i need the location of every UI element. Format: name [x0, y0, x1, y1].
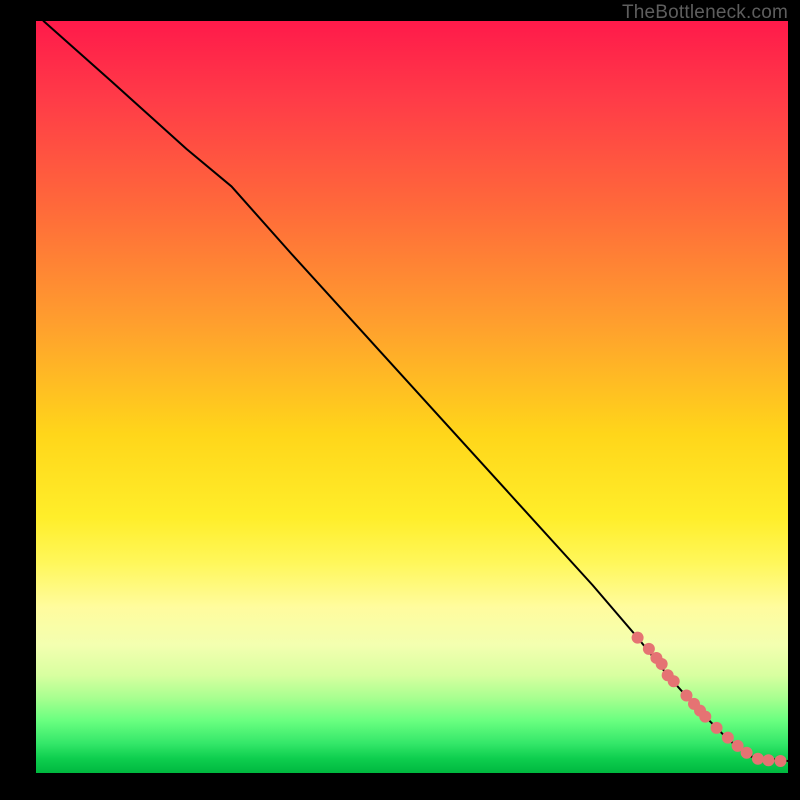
- scatter-dot: [668, 675, 680, 687]
- scatter-dot: [722, 732, 734, 744]
- scatter-dot: [741, 747, 753, 759]
- chart-frame: TheBottleneck.com: [0, 0, 800, 800]
- chart-overlay: [36, 21, 788, 773]
- scatter-dot: [711, 722, 723, 734]
- scatter-dot: [762, 754, 774, 766]
- scatter-dots: [632, 632, 787, 767]
- scatter-dot: [774, 755, 786, 767]
- scatter-dot: [699, 711, 711, 723]
- scatter-dot: [656, 658, 668, 670]
- scatter-dot: [632, 632, 644, 644]
- scatter-dot: [752, 753, 764, 765]
- watermark-text: TheBottleneck.com: [622, 2, 788, 24]
- curve-line: [44, 21, 788, 761]
